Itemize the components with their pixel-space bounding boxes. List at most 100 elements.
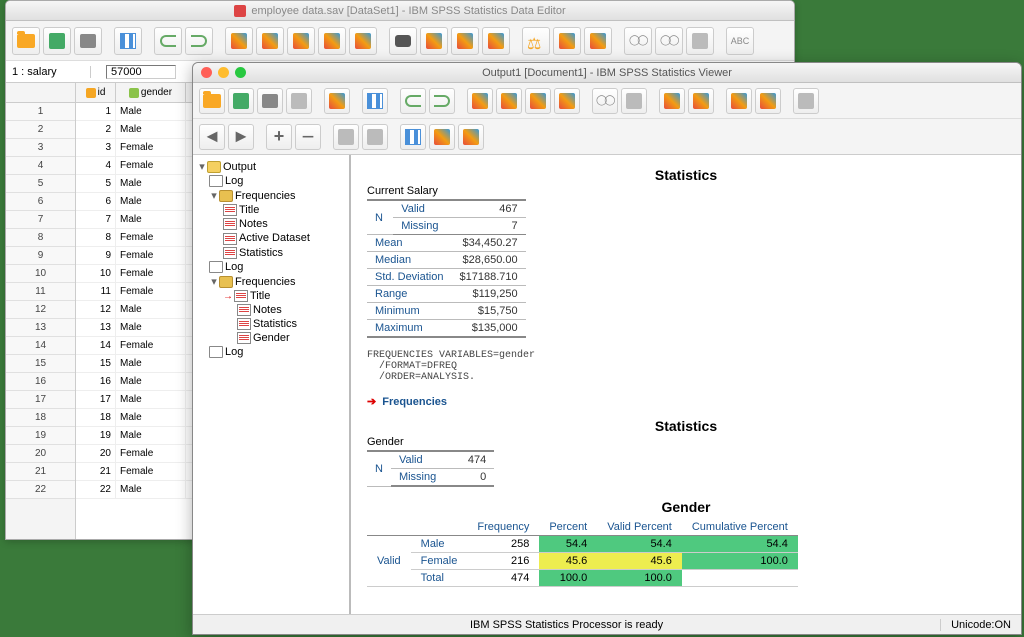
row-number[interactable]: 10	[6, 265, 75, 283]
outline-gender[interactable]: Gender	[253, 332, 290, 344]
cell-gender[interactable]: Male	[116, 409, 186, 426]
salary-stats-table[interactable]: NValid467 Missing7 Mean$34,450.27 Median…	[367, 199, 526, 338]
script-button[interactable]	[688, 88, 714, 114]
goto-data-button[interactable]	[467, 88, 493, 114]
outline-log[interactable]: Log	[225, 261, 243, 273]
cell-gender[interactable]: Female	[116, 247, 186, 264]
cell-id[interactable]: 22	[76, 481, 116, 498]
row-number[interactable]: 9	[6, 247, 75, 265]
outline-active-dataset[interactable]: Active Dataset	[239, 232, 310, 244]
variables-button[interactable]	[525, 88, 551, 114]
insert-heading-button[interactable]	[400, 124, 426, 150]
cell-gender[interactable]: Female	[116, 229, 186, 246]
cell-gender[interactable]: Female	[116, 337, 186, 354]
sets2-button[interactable]	[621, 88, 647, 114]
gender-stats-table[interactable]: NValid474 Missing0	[367, 450, 494, 487]
sets-button[interactable]	[624, 27, 652, 55]
table-row[interactable]: ValidMale25854.454.454.4	[367, 536, 798, 553]
undo-button[interactable]	[154, 27, 182, 55]
row-number[interactable]: 13	[6, 319, 75, 337]
show-button[interactable]	[333, 124, 359, 150]
cell-id[interactable]: 15	[76, 355, 116, 372]
cell-gender[interactable]: Female	[116, 139, 186, 156]
tb-a[interactable]	[726, 88, 752, 114]
row-number[interactable]: 7	[6, 211, 75, 229]
cell-id[interactable]: 17	[76, 391, 116, 408]
zoom-window-button[interactable]	[235, 67, 246, 78]
find-button[interactable]	[389, 27, 417, 55]
table-row[interactable]: Total474100.0100.0	[367, 570, 798, 587]
row-number[interactable]: 3	[6, 139, 75, 157]
cell-gender[interactable]: Male	[116, 193, 186, 210]
save-button[interactable]	[228, 88, 254, 114]
cell-id[interactable]: 4	[76, 157, 116, 174]
cell-gender[interactable]: Female	[116, 265, 186, 282]
cell-gender[interactable]: Female	[116, 283, 186, 300]
sets-button[interactable]	[592, 88, 618, 114]
tree-toggle[interactable]: ▾	[197, 160, 207, 173]
cell-id[interactable]: 13	[76, 319, 116, 336]
cell-gender[interactable]: Female	[116, 463, 186, 480]
cell-gender[interactable]: Female	[116, 445, 186, 462]
outline-output[interactable]: Output	[223, 161, 256, 173]
cell-gender[interactable]: Male	[116, 103, 186, 120]
sets3-button[interactable]	[686, 27, 714, 55]
row-number[interactable]: 2	[6, 121, 75, 139]
row-number[interactable]: 19	[6, 427, 75, 445]
row-number[interactable]: 11	[6, 283, 75, 301]
cell-gender[interactable]: Male	[116, 391, 186, 408]
cell-id[interactable]: 14	[76, 337, 116, 354]
forward-button[interactable]: ►	[228, 124, 254, 150]
output-outline[interactable]: ▾Output Log ▾Frequencies Title Notes Act…	[193, 155, 351, 614]
save-button[interactable]	[43, 27, 71, 55]
goto-case-button[interactable]	[225, 27, 253, 55]
row-number[interactable]: 21	[6, 463, 75, 481]
col-gender[interactable]: gender	[116, 83, 186, 102]
run-button[interactable]	[318, 27, 346, 55]
tb-b[interactable]	[755, 88, 781, 114]
cell-id[interactable]: 5	[76, 175, 116, 192]
row-number[interactable]: 16	[6, 373, 75, 391]
cell-id[interactable]: 21	[76, 463, 116, 480]
open-button[interactable]	[12, 27, 40, 55]
chart-button[interactable]	[349, 27, 377, 55]
row-number[interactable]: 14	[6, 337, 75, 355]
viewer-titlebar[interactable]: Output1 [Document1] - IBM SPSS Statistic…	[193, 63, 1021, 83]
spell-button[interactable]: ABC	[726, 27, 754, 55]
cell-id[interactable]: 11	[76, 283, 116, 300]
insert-title-button[interactable]	[429, 124, 455, 150]
print-button[interactable]	[74, 27, 102, 55]
gender-frequency-table[interactable]: Frequency Percent Valid Percent Cumulati…	[367, 519, 798, 587]
outline-frequencies[interactable]: Frequencies	[235, 190, 296, 202]
redo-button[interactable]	[429, 88, 455, 114]
value-labels-button[interactable]	[584, 27, 612, 55]
tb-c[interactable]	[793, 88, 819, 114]
cell-id[interactable]: 18	[76, 409, 116, 426]
insert-var-button[interactable]	[451, 27, 479, 55]
preview-button[interactable]	[286, 88, 312, 114]
outline-frequencies[interactable]: Frequencies	[235, 276, 296, 288]
cell-id[interactable]: 9	[76, 247, 116, 264]
cell-id[interactable]: 16	[76, 373, 116, 390]
chart-button[interactable]	[554, 88, 580, 114]
row-number[interactable]: 12	[6, 301, 75, 319]
cell-id[interactable]: 8	[76, 229, 116, 246]
output-content[interactable]: Statistics Current Salary NValid467 Miss…	[351, 155, 1021, 614]
table-row[interactable]: Female21645.645.6100.0	[367, 553, 798, 570]
cell-id[interactable]: 10	[76, 265, 116, 282]
row-number[interactable]: 15	[6, 355, 75, 373]
cell-id[interactable]: 6	[76, 193, 116, 210]
cell-id[interactable]: 2	[76, 121, 116, 138]
goto-var-button[interactable]	[256, 27, 284, 55]
recall-button[interactable]	[362, 88, 388, 114]
print-button[interactable]	[257, 88, 283, 114]
outline-notes[interactable]: Notes	[253, 304, 282, 316]
variables-button[interactable]	[287, 27, 315, 55]
row-number[interactable]: 5	[6, 175, 75, 193]
export-button[interactable]	[324, 88, 350, 114]
sets2-button[interactable]	[655, 27, 683, 55]
row-number[interactable]: 20	[6, 445, 75, 463]
cell-gender[interactable]: Male	[116, 211, 186, 228]
row-number[interactable]: 18	[6, 409, 75, 427]
weight-button[interactable]	[522, 27, 550, 55]
